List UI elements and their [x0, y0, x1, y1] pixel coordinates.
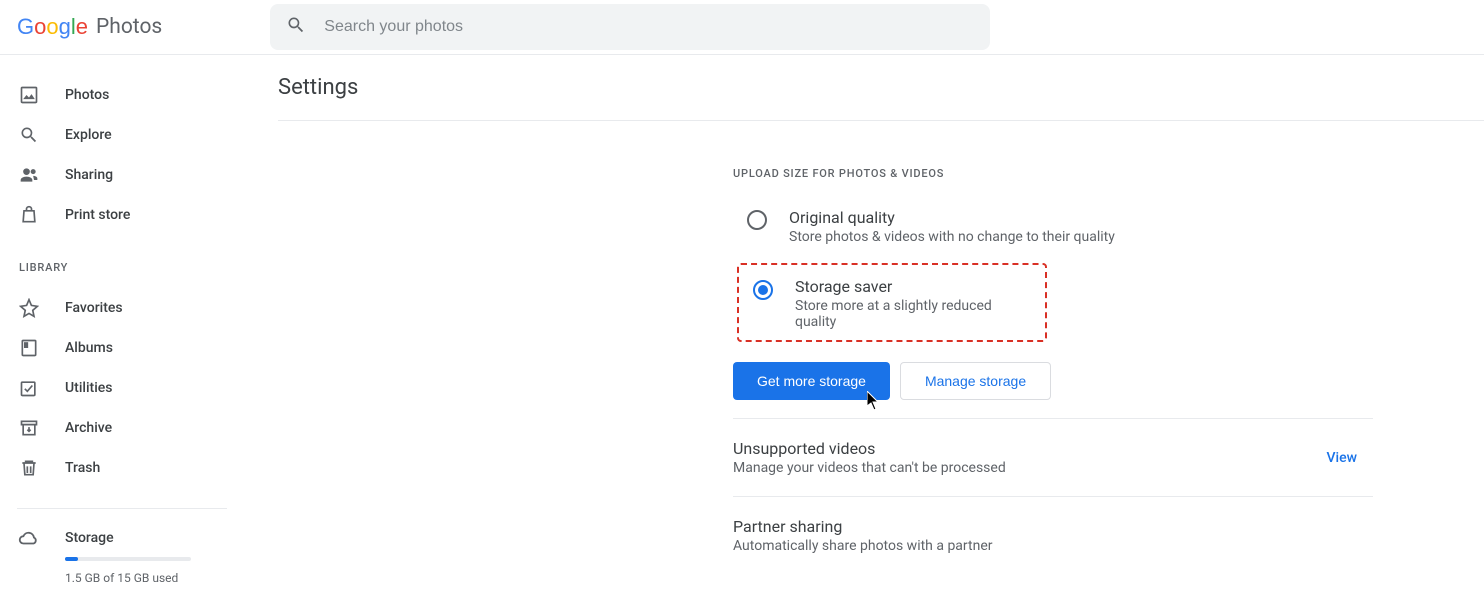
sidebar-item-trash[interactable]: Trash: [17, 448, 258, 488]
search-icon: [17, 125, 41, 145]
svg-text:Google: Google: [17, 15, 88, 39]
album-icon: [17, 338, 41, 358]
setting-title: Partner sharing: [733, 517, 993, 536]
sidebar-item-utilities[interactable]: Utilities: [17, 368, 258, 408]
setting-desc: Automatically share photos with a partne…: [733, 538, 993, 554]
radio-storage-saver[interactable]: Storage saver Store more at a slightly r…: [737, 263, 1047, 342]
check-icon: [17, 378, 41, 398]
storage-progress: [65, 557, 191, 561]
get-more-storage-button[interactable]: Get more storage: [733, 362, 890, 400]
search-icon: [286, 15, 306, 39]
radio-button[interactable]: [753, 280, 773, 300]
sidebar-item-label: Albums: [65, 340, 113, 356]
setting-unsupported-videos: Unsupported videos Manage your videos th…: [733, 419, 1373, 497]
photo-icon: [17, 85, 41, 105]
radio-original-quality[interactable]: Original quality Store photos & videos w…: [733, 204, 1373, 261]
sidebar-item-sharing[interactable]: Sharing: [17, 155, 258, 195]
radio-title: Storage saver: [795, 277, 1033, 296]
main-content: Settings UPLOAD SIZE FOR PHOTOS & VIDEOS…: [258, 55, 1484, 601]
search-bar[interactable]: [270, 4, 990, 50]
radio-desc: Store photos & videos with no change to …: [789, 229, 1115, 245]
view-link[interactable]: View: [1327, 450, 1358, 466]
sidebar-item-label: Archive: [65, 420, 112, 436]
radio-desc: Store more at a slightly reduced quality: [795, 298, 1033, 330]
sidebar-item-label: Favorites: [65, 300, 123, 316]
storage-block[interactable]: Storage 1.5 GB of 15 GB used: [17, 527, 258, 585]
sidebar-item-favorites[interactable]: Favorites: [17, 288, 258, 328]
sidebar-item-albums[interactable]: Albums: [17, 328, 258, 368]
trash-icon: [17, 458, 41, 478]
radio-button[interactable]: [747, 210, 767, 230]
archive-icon: [17, 418, 41, 438]
app-logo[interactable]: Google Photos: [17, 15, 162, 39]
storage-label: Storage: [65, 530, 114, 546]
sidebar-item-photos[interactable]: Photos: [17, 75, 258, 115]
sidebar-item-label: Print store: [65, 207, 130, 223]
sidebar-item-printstore[interactable]: Print store: [17, 195, 258, 235]
section-heading: UPLOAD SIZE FOR PHOTOS & VIDEOS: [733, 167, 1373, 180]
search-input[interactable]: [324, 18, 974, 36]
sidebar-item-label: Utilities: [65, 380, 112, 396]
bag-icon: [17, 205, 41, 225]
sidebar-section-label: LIBRARY: [19, 261, 258, 274]
sidebar-item-label: Sharing: [65, 167, 113, 183]
manage-storage-button[interactable]: Manage storage: [900, 362, 1051, 400]
setting-desc: Manage your videos that can't be process…: [733, 460, 1006, 476]
radio-title: Original quality: [789, 208, 1115, 227]
setting-partner-sharing: Partner sharing Automatically share phot…: [733, 497, 1373, 574]
sidebar-item-explore[interactable]: Explore: [17, 115, 258, 155]
sidebar-item-label: Explore: [65, 127, 112, 143]
app-name: Photos: [96, 15, 162, 39]
cloud-icon: [17, 527, 41, 549]
sidebar: Photos Explore Sharing Print store LIBRA…: [0, 55, 258, 601]
page-title: Settings: [278, 75, 1484, 121]
setting-title: Unsupported videos: [733, 439, 1006, 458]
sidebar-item-label: Photos: [65, 87, 109, 103]
sidebar-item-archive[interactable]: Archive: [17, 408, 258, 448]
star-icon: [17, 298, 41, 318]
app-header: Google Photos: [0, 0, 1484, 55]
storage-usage-text: 1.5 GB of 15 GB used: [65, 571, 258, 585]
divider: [17, 508, 227, 509]
people-icon: [17, 165, 41, 185]
sidebar-item-label: Trash: [65, 460, 100, 476]
